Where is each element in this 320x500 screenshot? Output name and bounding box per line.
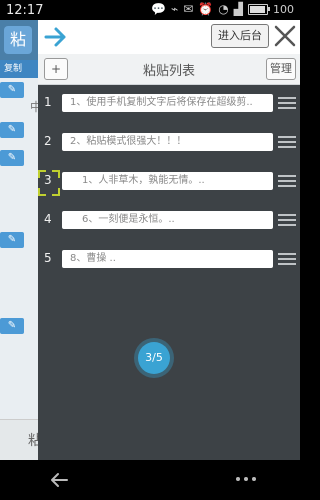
enter-background-button[interactable]: 进入后台 [211, 24, 269, 48]
item-number: 1 [44, 95, 52, 109]
list-item[interactable]: 1 1、使用手机复制文字后将保存在超级剪.. [38, 94, 300, 114]
wifi-icon: ◔ [218, 2, 229, 16]
drag-handle-icon[interactable] [278, 214, 296, 228]
background-tab: 复制 [0, 60, 40, 78]
list-item[interactable]: 5 8、曹操 .. [38, 250, 300, 270]
panel-toolbar: 进入后台 [38, 20, 300, 54]
drag-handle-icon[interactable] [278, 253, 296, 267]
item-number: 3 [44, 173, 52, 187]
page-indicator[interactable]: 3/5 [138, 342, 170, 374]
list-item[interactable]: 2 2、粘贴模式很强大！！！ [38, 133, 300, 153]
status-icons: 💬 ⌁ ✉ ⏰ ◔ ▟ 100 [151, 2, 294, 16]
navigation-bar [0, 460, 300, 500]
status-bar: 12:17 💬 ⌁ ✉ ⏰ ◔ ▟ 100 [0, 0, 300, 20]
battery-icon [248, 3, 270, 15]
signal-icon: ▟ [233, 2, 243, 16]
back-icon[interactable] [50, 472, 68, 488]
drag-handle-icon[interactable] [278, 97, 296, 111]
manage-button[interactable]: 管理 [266, 58, 296, 80]
item-text[interactable]: 1、人非草木，孰能无情。.. [62, 172, 273, 190]
drag-handle-icon[interactable] [278, 136, 296, 150]
item-number: 4 [44, 212, 52, 226]
list-item[interactable]: 3 1、人非草木，孰能无情。.. [38, 170, 300, 196]
paste-list-panel: 进入后台 + 粘贴列表 管理 1 1、使用手机复制文字后将保存在超级剪.. 2 … [38, 20, 300, 460]
clip-icon: ✎ [0, 122, 24, 138]
clip-icon: ✎ [0, 232, 24, 248]
panel-header: + 粘贴列表 管理 [38, 54, 300, 85]
app-logo: 粘 [4, 26, 32, 54]
usb-icon: ⌁ [171, 2, 179, 16]
selection-corner [52, 188, 60, 196]
item-number: 5 [44, 251, 52, 265]
status-time: 12:17 [6, 3, 44, 18]
alarm-icon: ⏰ [198, 2, 214, 16]
item-text[interactable]: 6、一刻便是永恒。.. [62, 211, 273, 229]
list-item[interactable]: 4 6、一刻便是永恒。.. [38, 211, 300, 231]
battery-level: 100 [273, 2, 294, 16]
drag-handle-icon[interactable] [278, 175, 296, 189]
mail-icon: ✉ [183, 2, 194, 16]
item-number: 2 [44, 134, 52, 148]
chat-icon: 💬 [151, 2, 167, 16]
close-icon[interactable] [273, 24, 297, 48]
panel-title: 粘贴列表 [142, 64, 195, 79]
more-icon[interactable] [236, 477, 260, 483]
selection-corner [38, 188, 46, 196]
item-text[interactable]: 8、曹操 .. [62, 250, 273, 268]
clip-icon: ✎ [0, 150, 24, 166]
arrow-right-icon[interactable] [44, 26, 68, 48]
item-text[interactable]: 2、粘贴模式很强大！！！ [62, 133, 273, 151]
clip-icon: ✎ [0, 82, 24, 98]
clip-icon: ✎ [0, 318, 24, 334]
item-text[interactable]: 1、使用手机复制文字后将保存在超级剪.. [62, 94, 273, 112]
